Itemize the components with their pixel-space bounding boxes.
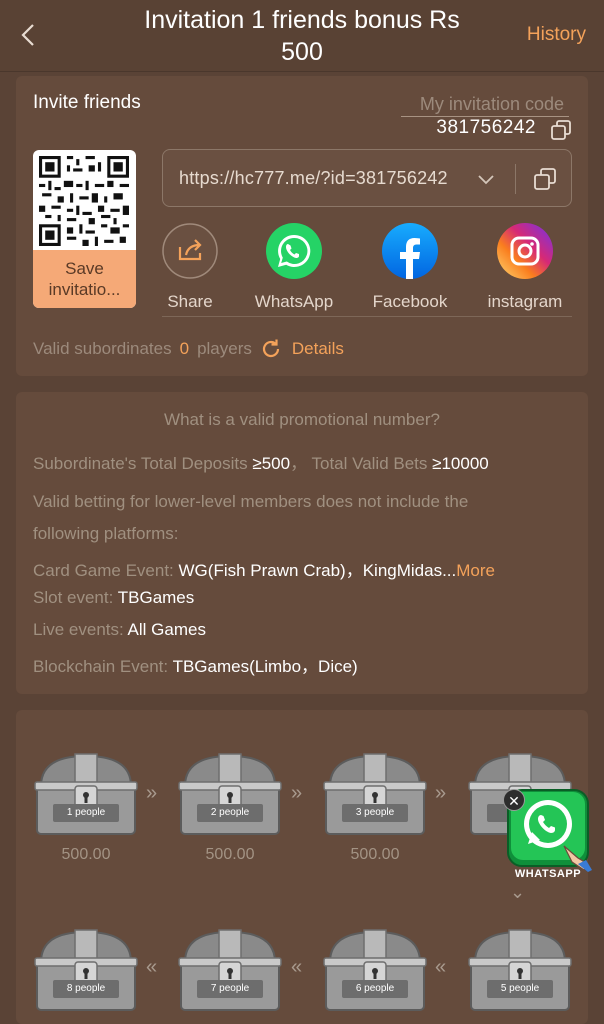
- history-link[interactable]: History: [527, 24, 586, 46]
- treasure-chest-icon: [323, 753, 427, 835]
- save-invitation-button[interactable]: Save invitatio...: [33, 250, 136, 308]
- deposits-label: Subordinate's Total Deposits: [33, 454, 248, 473]
- double-chevron-left-icon: «: [291, 956, 303, 978]
- chest-label: 8 people: [53, 980, 119, 998]
- whatsapp-float-label: WHATSAPP: [514, 868, 582, 880]
- refresh-icon[interactable]: [260, 338, 282, 360]
- header-bar: Invitation 1 friends bonus Rs 500 Histor…: [0, 0, 604, 72]
- reward-chest[interactable]: 5 people: [467, 926, 573, 1012]
- slot-value: TBGames: [117, 588, 195, 607]
- slot-event-row: Slot event: TBGames: [33, 588, 194, 608]
- reward-chest[interactable]: 3 people: [322, 750, 428, 836]
- share-label: Share: [167, 292, 213, 311]
- qr-code-box: Save invitatio...: [33, 150, 136, 308]
- double-chevron-left-icon: «: [146, 956, 158, 978]
- more-link[interactable]: More: [456, 561, 495, 580]
- chest-label: 5 people: [487, 980, 553, 998]
- reward-chest[interactable]: 7 people: [177, 926, 283, 1012]
- invitation-code-label: My invitation code: [419, 94, 564, 114]
- facebook-label: Facebook: [372, 292, 448, 311]
- reward-chest[interactable]: 1 people: [33, 750, 139, 836]
- facebook-icon: [382, 223, 438, 279]
- chest-amount: 500.00: [61, 846, 111, 863]
- deposits-value: ≥500: [252, 454, 291, 473]
- chest-label: 3 people: [342, 804, 408, 822]
- card-game-event-row: Card Game Event: WG(Fish Prawn Crab)，Kin…: [33, 556, 495, 581]
- qr-code-image: [39, 156, 129, 246]
- treasure-chest-icon: [178, 753, 282, 835]
- whatsapp-share-button[interactable]: WhatsApp: [244, 223, 344, 312]
- invitation-link-text: https://hc777.me/?id=381756242: [179, 168, 448, 188]
- live-value: All Games: [127, 620, 206, 639]
- valid-subordinates-count: 0: [179, 339, 190, 358]
- promo-rules-title: What is a valid promotional number?: [164, 410, 440, 429]
- blockchain-event-row: Blockchain Event: TBGames(Limbo，Dice): [33, 652, 358, 677]
- save-button-label-2: invitatio...: [48, 280, 121, 299]
- reward-chest[interactable]: 8 people: [33, 926, 139, 1012]
- blockchain-label: Blockchain Event:: [33, 657, 169, 676]
- chest-label: 6 people: [342, 980, 408, 998]
- bets-label: Total Valid Bets: [311, 454, 428, 473]
- share-button[interactable]: Share: [140, 223, 240, 312]
- chest-label: 1 people: [53, 804, 119, 822]
- details-link[interactable]: Details: [292, 339, 344, 359]
- deposit-bet-requirement: Subordinate's Total Deposits ≥500， Total…: [33, 454, 489, 473]
- chest-amount: 500.00: [350, 846, 400, 863]
- instagram-label: instagram: [487, 292, 563, 311]
- copy-link-icon[interactable]: [533, 167, 557, 191]
- exclusion-text-1: Valid betting for lower-level members do…: [33, 492, 469, 511]
- live-label: Live events:: [33, 620, 124, 639]
- valid-subordinates-label: Valid subordinates: [33, 339, 172, 358]
- invite-card: Invite friends My invitation code 381756…: [16, 76, 588, 376]
- facebook-share-button[interactable]: Facebook: [360, 223, 460, 312]
- chest-label: 2 people: [197, 804, 263, 822]
- chevron-down-icon[interactable]: [475, 168, 497, 190]
- page-title: Invitation 1 friends bonus Rs 500: [144, 6, 460, 66]
- valid-subordinates-unit: players: [197, 339, 252, 358]
- copy-code-icon[interactable]: [550, 119, 572, 141]
- double-chevron-down-icon: ⌄: [510, 882, 526, 902]
- treasure-chest-icon: [34, 929, 138, 1011]
- close-floating-button[interactable]: ✕: [503, 789, 525, 811]
- blockchain-value: TBGames(Limbo，Dice): [172, 657, 358, 676]
- invitation-link-field[interactable]: https://hc777.me/?id=381756242: [162, 149, 572, 207]
- whatsapp-label: WhatsApp: [254, 292, 334, 311]
- whatsapp-icon: [266, 223, 322, 279]
- treasure-chest-icon: [323, 929, 427, 1011]
- bets-value: ≥10000: [432, 454, 489, 473]
- chevron-left-icon: [21, 24, 34, 46]
- invitation-code-value: 381756242: [436, 117, 536, 138]
- promo-rules-card: What is a valid promotional number? Subo…: [16, 392, 588, 694]
- invite-title: Invite friends: [33, 92, 141, 113]
- card-game-label: Card Game Event:: [33, 561, 174, 580]
- save-button-label-1: Save: [65, 259, 104, 278]
- divider: [515, 164, 516, 194]
- double-chevron-right-icon: »: [291, 782, 303, 804]
- treasure-chest-icon: [468, 929, 572, 1011]
- treasure-chest-icon: [178, 929, 282, 1011]
- divider: [162, 316, 572, 317]
- live-event-row: Live events: All Games: [33, 620, 206, 640]
- card-game-value: WG(Fish Prawn Crab)，KingMidas...: [178, 561, 457, 580]
- double-chevron-right-icon: »: [435, 782, 447, 804]
- chest-label: 7 people: [197, 980, 263, 998]
- instagram-share-button[interactable]: instagram: [475, 223, 575, 312]
- double-chevron-left-icon: «: [435, 956, 447, 978]
- share-icon: [162, 223, 218, 279]
- slot-label: Slot event:: [33, 588, 114, 607]
- treasure-chest-icon: [34, 753, 138, 835]
- exclusion-text-2: following platforms:: [33, 524, 179, 543]
- reward-chest[interactable]: 6 people: [322, 926, 428, 1012]
- chest-amount: 500.00: [205, 846, 255, 863]
- instagram-icon: [497, 223, 553, 279]
- reward-chest[interactable]: 2 people: [177, 750, 283, 836]
- valid-subordinates-row: Valid subordinates 0 players Details: [33, 338, 344, 360]
- double-chevron-right-icon: »: [146, 782, 158, 804]
- back-button[interactable]: [14, 20, 42, 50]
